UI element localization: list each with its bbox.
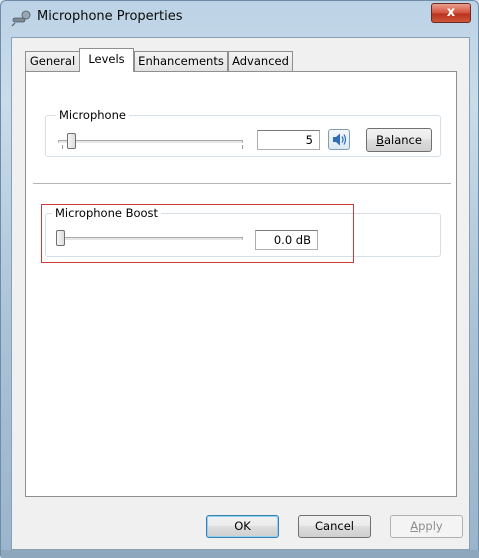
- balance-label: Balance: [376, 133, 422, 147]
- microphone-group-label: Microphone: [56, 108, 129, 122]
- tab-label: General: [29, 54, 76, 68]
- tab-advanced[interactable]: Advanced: [228, 51, 293, 71]
- balance-button[interactable]: Balance: [366, 128, 432, 152]
- tab-levels[interactable]: Levels: [79, 48, 134, 72]
- mute-button[interactable]: [328, 129, 350, 150]
- tab-enhancements[interactable]: Enhancements: [134, 51, 228, 71]
- tab-label: Levels: [88, 52, 125, 66]
- apply-label: Apply: [410, 519, 443, 533]
- tab-label: Enhancements: [138, 54, 224, 68]
- title-bar[interactable]: Microphone Properties x: [1, 1, 478, 37]
- apply-button[interactable]: Apply: [390, 515, 463, 538]
- microphone-level-field[interactable]: 5: [257, 130, 320, 150]
- microphone-slider-track[interactable]: [58, 140, 243, 143]
- cancel-label: Cancel: [315, 519, 354, 533]
- window-frame: Microphone Properties x General Levels E…: [0, 0, 479, 558]
- tab-general[interactable]: General: [25, 51, 80, 71]
- slider-tick: [62, 145, 63, 149]
- ok-button[interactable]: OK: [206, 515, 279, 538]
- speaker-icon: [333, 133, 347, 146]
- microphone-icon: [11, 9, 33, 27]
- close-button[interactable]: x: [431, 3, 471, 23]
- cancel-button[interactable]: Cancel: [298, 515, 371, 538]
- close-icon: x: [446, 5, 456, 20]
- microphone-slider-thumb[interactable]: [67, 133, 76, 149]
- slider-tick: [242, 145, 243, 149]
- highlight-box: [41, 204, 354, 263]
- separator-line: [33, 183, 451, 184]
- ok-label: OK: [234, 519, 251, 533]
- tab-label: Advanced: [232, 54, 289, 68]
- window-title: Microphone Properties: [37, 9, 183, 24]
